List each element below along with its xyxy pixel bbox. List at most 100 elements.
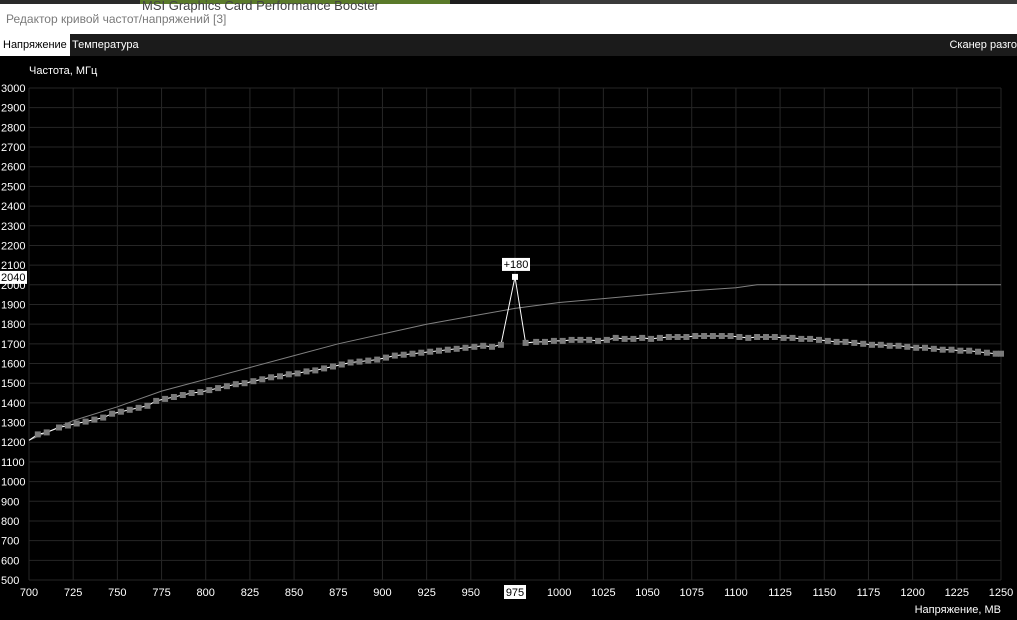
curve-point-handle[interactable] — [895, 342, 902, 349]
curve-point-handle[interactable] — [197, 389, 204, 396]
curve-point-handle[interactable] — [542, 338, 548, 345]
curve-point-handle[interactable] — [215, 385, 222, 392]
curve-point-handle[interactable] — [188, 390, 195, 396]
curve-point-handle[interactable] — [780, 334, 787, 341]
curve-point-handle[interactable] — [206, 387, 213, 394]
curve-point-handle[interactable] — [480, 342, 487, 349]
oc-scanner-button[interactable]: Сканер разго — [949, 34, 1017, 56]
curve-point-handle[interactable] — [374, 356, 381, 363]
curve-point-handle[interactable] — [453, 345, 460, 352]
curve-point-handle[interactable] — [727, 333, 734, 339]
curve-point-handle[interactable] — [550, 337, 557, 344]
curve-point-handle[interactable] — [497, 341, 504, 348]
curve-point-handle[interactable] — [56, 424, 62, 431]
frequency-voltage-chart[interactable]: Частота, МГц Напряжение, МВ 500 600 700 800… — [0, 56, 1017, 620]
curve-point-handle[interactable] — [816, 336, 822, 343]
curve-point-handle[interactable] — [365, 357, 372, 364]
curve-point-handle[interactable] — [321, 365, 328, 372]
curve-point-handle[interactable] — [577, 336, 584, 343]
curve-point-handle[interactable] — [674, 334, 681, 340]
title-bar[interactable]: MSI Graphics Card Performance Booster Ре… — [0, 0, 1017, 34]
curve-point-handle[interactable] — [807, 335, 814, 342]
curve-point-handle[interactable] — [656, 334, 663, 341]
curve-point-handle[interactable] — [877, 341, 884, 348]
curve-point-handle[interactable] — [754, 334, 761, 340]
curve-point-handle[interactable] — [533, 338, 540, 345]
curve-point-handle[interactable] — [356, 358, 363, 365]
curve-point-handle[interactable] — [665, 334, 672, 340]
curve-point-handle[interactable] — [73, 420, 80, 427]
curve-point-handle[interactable] — [409, 350, 416, 357]
curve-point-handle[interactable] — [983, 349, 990, 356]
curve-point-handle[interactable] — [100, 414, 107, 421]
curve-point-handle[interactable] — [250, 378, 257, 385]
curve-point-handle[interactable] — [798, 335, 805, 342]
curve-point-handle[interactable] — [400, 351, 407, 358]
curve-point-handle[interactable] — [82, 418, 89, 425]
curve-point-handle[interactable] — [833, 338, 840, 345]
curve-point-handle[interactable] — [842, 338, 849, 345]
curve-point-handle[interactable] — [64, 422, 71, 429]
curve-point-handle[interactable] — [998, 350, 1004, 357]
curve-point-handle[interactable] — [992, 350, 999, 357]
curve-point-handle[interactable] — [913, 344, 920, 351]
curve-point-handle[interactable] — [930, 345, 937, 352]
curve-point-handle[interactable] — [383, 354, 389, 361]
curve-point-handle[interactable] — [117, 408, 124, 415]
curve-point-handle[interactable] — [232, 381, 239, 388]
curve-point-handle[interactable] — [559, 337, 566, 344]
curve-point-handle[interactable] — [347, 359, 354, 366]
curve-point-handle[interactable] — [763, 334, 769, 340]
curve-point-handle[interactable] — [312, 367, 319, 374]
curve-point-handle[interactable] — [170, 394, 177, 400]
curve-point-handle[interactable] — [471, 343, 478, 350]
curve-point-handle[interactable] — [939, 346, 946, 353]
curve-point-handle[interactable] — [259, 376, 266, 383]
curve-point-handle[interactable] — [568, 336, 575, 343]
curve-point-handle[interactable] — [427, 348, 434, 355]
curve-point-handle[interactable] — [444, 346, 451, 353]
curve-point-handle[interactable] — [630, 335, 637, 342]
curve-point-handle[interactable] — [418, 349, 425, 356]
curve-point-handle[interactable] — [718, 333, 725, 339]
curve-point-handle[interactable] — [922, 344, 928, 351]
curve-point-handle[interactable] — [268, 374, 275, 381]
curve-point-handle[interactable] — [904, 343, 911, 350]
curve-point-handle[interactable] — [966, 347, 973, 354]
curve-point-handle[interactable] — [489, 343, 495, 350]
curve-point-handle[interactable] — [621, 335, 628, 342]
curve-point-handle[interactable] — [975, 348, 981, 355]
curve-point-handle[interactable] — [603, 336, 610, 343]
curve-point-handle[interactable] — [701, 333, 708, 339]
curve-point-handle[interactable] — [860, 340, 867, 347]
curve-point-handle[interactable] — [824, 337, 831, 344]
curve-point-handle[interactable] — [303, 368, 310, 375]
curve-point-handle[interactable] — [851, 339, 858, 346]
curve-point-handle[interactable] — [153, 397, 160, 404]
curve-point-handle[interactable] — [692, 333, 699, 339]
curve-point-handle[interactable] — [126, 406, 133, 413]
curve-point-handle[interactable] — [135, 404, 142, 411]
curve-point-handle[interactable] — [869, 341, 875, 348]
curve-point-handle[interactable] — [109, 410, 116, 417]
curve-point-handle[interactable] — [294, 370, 301, 377]
curve-point-handle[interactable] — [179, 392, 186, 398]
curve-point-handle[interactable] — [43, 429, 50, 436]
curve-point-handle[interactable] — [745, 334, 752, 341]
curve-point-handle[interactable] — [91, 416, 98, 423]
curve-point-handle[interactable] — [144, 402, 151, 409]
curve-point-handle[interactable] — [223, 383, 230, 390]
curve-point-handle[interactable] — [709, 333, 716, 339]
tab-temperature[interactable]: Температура — [69, 34, 142, 56]
curve-point-handle[interactable] — [330, 363, 336, 370]
curve-point-handle[interactable] — [436, 347, 442, 354]
curve-point-handle[interactable] — [338, 361, 345, 368]
curve-point-handle[interactable] — [586, 336, 593, 343]
curve-point-handle[interactable] — [771, 334, 778, 340]
curve-point-handle[interactable] — [948, 346, 955, 353]
curve-point-handle[interactable] — [886, 342, 893, 349]
curve-point-handle[interactable] — [162, 395, 169, 402]
curve-point-handle[interactable] — [957, 347, 964, 354]
curve-point-handle[interactable] — [277, 373, 283, 380]
curve-point-handle[interactable] — [648, 335, 655, 342]
